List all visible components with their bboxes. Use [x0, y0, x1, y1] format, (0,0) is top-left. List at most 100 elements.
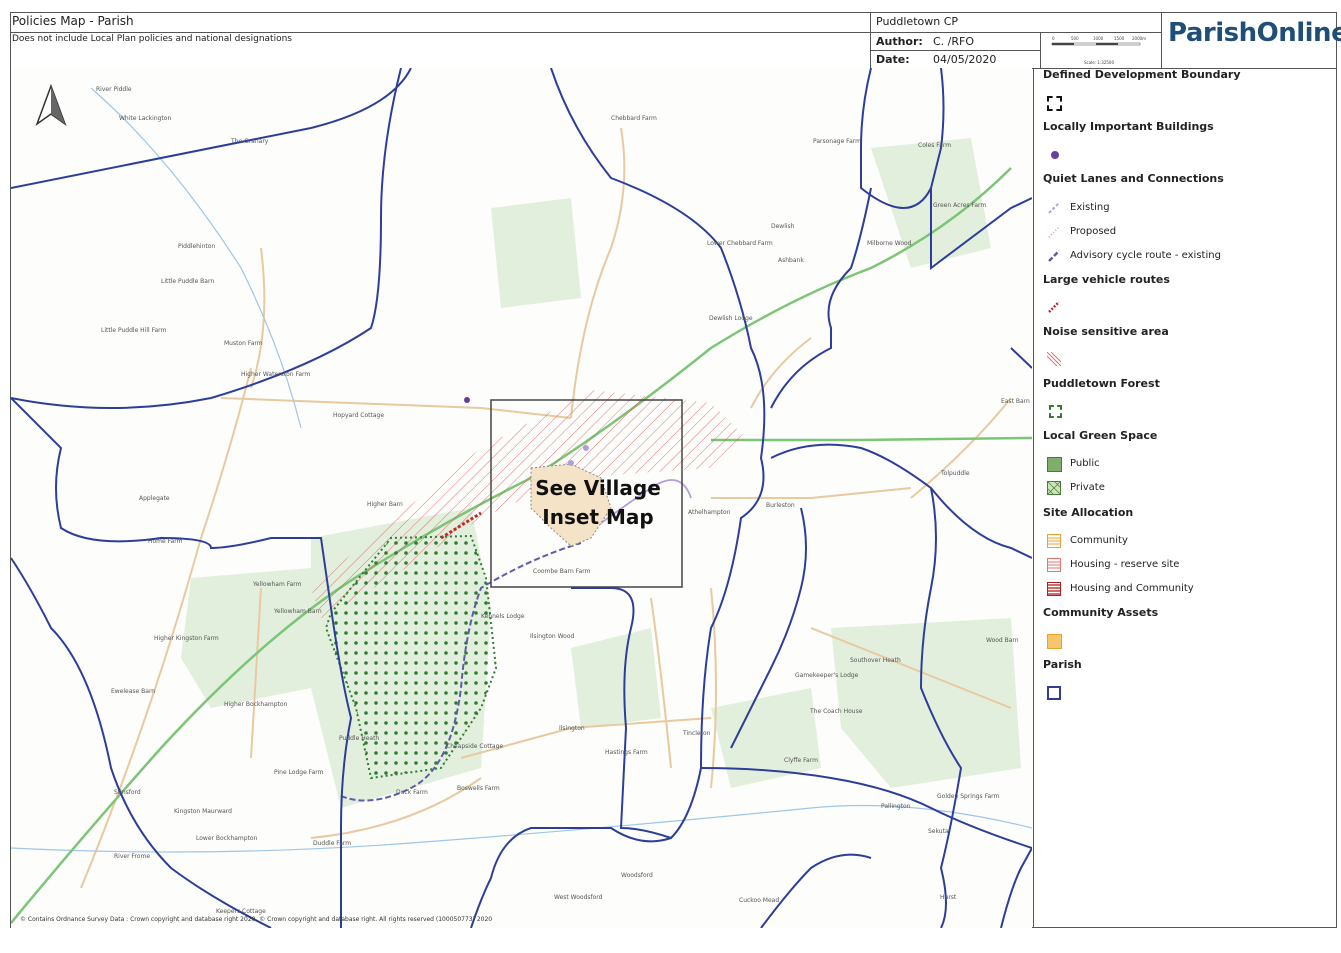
header-col-divider-3 — [1161, 12, 1162, 68]
ddb-symbol-icon — [1047, 96, 1062, 111]
label-east-barn: East Barn — [1001, 398, 1030, 405]
label-kennels-lodge: Kennels Lodge — [481, 613, 525, 620]
label-higher-barn: Higher Barn — [367, 501, 403, 508]
author-label: Author: — [876, 35, 923, 48]
label-lower-bockhampton: Lower Bockhampton — [196, 835, 258, 842]
label-pine-lodge-farm: Pine Lodge Farm — [274, 769, 324, 776]
label-milborne-wood: Milborne Wood — [867, 240, 912, 247]
label-hurst: Hurst — [940, 894, 957, 901]
label-clyffe-farm: Clyffe Farm — [784, 757, 818, 764]
scale-tick-1: 500 — [1071, 36, 1079, 41]
date-value: 04/05/2020 — [933, 53, 997, 66]
inset-label-line1: See Village — [535, 476, 661, 500]
label-burleston: Burleston — [766, 502, 795, 509]
copyright-text: © Contains Ordnance Survey Data : Crown … — [20, 916, 493, 923]
label-little-puddle-barn: Little Puddle Barn — [161, 278, 214, 285]
label-duck-farm: Duck Farm — [396, 789, 428, 796]
parish-online-logo: ParishOnline — [1168, 18, 1341, 48]
label-hopyard-cottage: Hopyard Cottage — [333, 412, 384, 419]
site-community-icon — [1047, 534, 1061, 548]
legend-noise-title: Noise sensitive area — [1043, 325, 1169, 338]
legend-divider — [1033, 68, 1034, 928]
label-wood-barn: Wood Barn — [986, 637, 1019, 644]
legend-site-reserve: Housing - reserve site — [1070, 559, 1180, 570]
site-reserve-icon — [1047, 558, 1061, 572]
label-coles-farm: Coles Farm — [918, 142, 951, 149]
legend-parish-title: Parish — [1043, 658, 1082, 671]
label-applegate: Applegate — [139, 495, 170, 502]
label-puddle-heath: Puddle Heath — [339, 735, 379, 742]
label-dewlish: Dewlish — [771, 223, 795, 230]
cycle-route-icon — [1048, 250, 1060, 262]
label-little-puddle-hill: Little Puddle Hill Farm — [101, 327, 167, 334]
header-row-divider — [870, 50, 1040, 51]
label-woodsford: Woodsford — [621, 872, 653, 879]
label-stinsford: Stinsford — [114, 789, 141, 796]
scale-bar: 0 500 1000 1500 2000m Scale: 1:32500 — [1044, 34, 1158, 66]
label-coombe-barn: Coombe Barn Farm — [533, 568, 591, 575]
parish-boundary-icon — [1047, 686, 1061, 700]
scale-text: Scale: 1:32500 — [1084, 60, 1114, 65]
large-vehicle-icon — [1048, 301, 1060, 313]
label-white-lackington: White Lackington — [119, 115, 171, 122]
north-arrow — [35, 83, 67, 127]
legend-lvr-title: Large vehicle routes — [1043, 273, 1170, 286]
label-piddlehinton: Piddlehinton — [178, 243, 215, 250]
label-coach-house: The Coach House — [809, 708, 863, 715]
quiet-proposed-icon — [1048, 226, 1060, 238]
label-chebbard-farm: Chebbard Farm — [611, 115, 657, 122]
header-col-divider — [870, 12, 871, 68]
forest-symbol-icon — [1049, 405, 1062, 418]
label-west-woodsford: West Woodsford — [554, 894, 603, 901]
label-green-acres: Green Acres Farm — [933, 202, 986, 209]
site-housing-community-icon — [1047, 582, 1061, 596]
scale-tick-2: 1000 — [1093, 36, 1104, 41]
noise-area-icon — [1047, 352, 1061, 366]
label-lower-chebbard: Lower Chebbard Farm — [707, 240, 773, 247]
community-asset-icon — [1047, 634, 1062, 649]
scale-tick-3: 1500 — [1114, 36, 1125, 41]
legend-ddb-title: Defined Development Boundary — [1043, 68, 1241, 81]
legend-lgs-title: Local Green Space — [1043, 429, 1158, 442]
legend-forest-title: Puddletown Forest — [1043, 377, 1160, 390]
label-higher-kingston: Higher Kingston Farm — [154, 635, 219, 642]
legend-site-housing-community: Housing and Community — [1070, 583, 1194, 594]
inset-label-line2: Inset Map — [542, 505, 654, 529]
scale-tick-4: 2000m — [1132, 36, 1146, 41]
label-sekuta: Sekuta — [928, 828, 949, 835]
quiet-existing-icon — [1048, 202, 1060, 214]
legend-lgs-public: Public — [1070, 458, 1100, 469]
lgs-private-icon — [1047, 481, 1061, 495]
legend-lib-title: Locally Important Buildings — [1043, 120, 1214, 133]
label-southover-heath: Southover Heath — [850, 657, 901, 664]
label-ashbank: Ashbank — [778, 257, 804, 264]
map-title: Policies Map - Parish — [12, 14, 134, 28]
scale-tick-0: 0 — [1052, 36, 1055, 41]
legend-quiet-title: Quiet Lanes and Connections — [1043, 172, 1224, 185]
label-the-granary: The Granary — [230, 138, 269, 145]
label-tincleton: Tincleton — [682, 730, 711, 737]
label-duddle-farm: Duddle Farm — [313, 840, 351, 847]
label-keepers-cottage: Keepers Cottage — [216, 908, 266, 915]
building-symbol-icon — [1051, 151, 1059, 159]
legend-site-community: Community — [1070, 535, 1128, 546]
map-legend: Defined Development Boundary Locally Imp… — [1033, 68, 1337, 928]
village-inset-label: See Village Inset Map — [500, 474, 696, 532]
label-pallington: Pallington — [881, 803, 911, 810]
label-boswells-farm: Boswells Farm — [457, 785, 500, 792]
label-muston-farm: Muston Farm — [224, 340, 263, 347]
map-subtitle: Does not include Local Plan policies and… — [12, 34, 292, 44]
legend-assets-title: Community Assets — [1043, 606, 1159, 619]
legend-lgs-private: Private — [1070, 482, 1105, 493]
label-gamekeepers-lodge: Gamekeeper's Lodge — [795, 672, 859, 679]
legend-quiet-existing: Existing — [1070, 202, 1110, 213]
legend-site-title: Site Allocation — [1043, 506, 1134, 519]
a35-road-east — [711, 436, 1032, 442]
label-hastings-farm: Hastings Farm — [605, 749, 648, 756]
label-cheapside: Cheapside Cottage — [446, 743, 503, 750]
label-home-farm: Home Farm — [148, 538, 183, 545]
header-col-divider-2 — [1040, 32, 1041, 68]
lgs-public-icon — [1047, 457, 1062, 472]
legend-quiet-proposed: Proposed — [1070, 226, 1117, 237]
label-higher-waterston: Higher Waterston Farm — [241, 371, 310, 378]
